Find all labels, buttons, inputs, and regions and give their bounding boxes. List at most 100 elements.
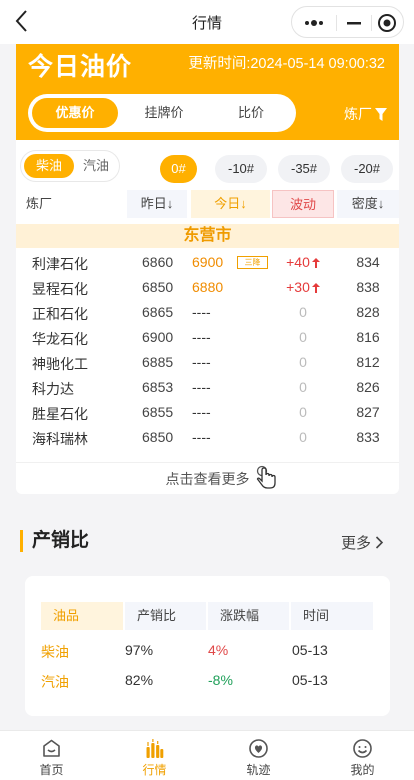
hero-title: 今日油价 [28, 53, 133, 81]
section-title: 产销比 [20, 530, 89, 552]
refinery-filter-button[interactable]: 炼厂 [344, 104, 387, 124]
sort-today[interactable]: 今日↓ [191, 190, 270, 218]
bottom-tab-bar: 首页 行情 轨迹 我的 [0, 730, 414, 780]
sort-change[interactable]: 波动 [272, 190, 334, 218]
close-target-icon[interactable] [376, 12, 398, 34]
table-row[interactable]: 利津石化 6860 6900 三降 +40 834 [16, 250, 399, 275]
ratio-col-fuel: 油品 [41, 602, 123, 630]
density-value: 826 [356, 379, 380, 395]
ratio-value: 82% [125, 672, 154, 688]
ratio-fuel: 汽油 [41, 674, 69, 690]
ratio-date: 05-13 [292, 642, 328, 658]
refinery-name: 科力达 [32, 381, 74, 397]
grade-chip-minus20[interactable]: -20# [341, 155, 393, 183]
ratio-col-date: 时间 [291, 602, 373, 630]
capsule-divider [336, 15, 337, 31]
home-icon [43, 739, 60, 757]
tab-market-label: 行情 [142, 763, 167, 777]
table-row[interactable]: 正和石化 6865 ---- 0 828 [16, 300, 399, 325]
today-price: ---- [192, 429, 211, 445]
yesterday-price: 6900 [142, 329, 174, 345]
table-row[interactable]: 华龙石化 6900 ---- 0 816 [16, 325, 399, 350]
tab-market[interactable]: 行情 [103, 731, 206, 780]
density-value: 828 [356, 304, 380, 320]
refinery-filter-label: 炼厂 [344, 106, 372, 122]
ratio-fuel: 柴油 [41, 644, 69, 660]
sort-density[interactable]: 密度↓ [337, 190, 399, 218]
table-row[interactable]: 昱程石化 6850 6880 +30 838 [16, 275, 399, 300]
ratio-date: 05-13 [292, 672, 328, 688]
production-sales-card: 油品 产销比 涨跌幅 时间 柴油 97% 4% 05-13 汽油 82% -8%… [25, 576, 390, 716]
density-value: 833 [356, 429, 380, 445]
price-change: 0 [299, 379, 307, 395]
refinery-name: 昱程石化 [32, 281, 88, 297]
grade-chip-minus10[interactable]: -10# [215, 155, 267, 183]
refinery-name: 胜星石化 [32, 406, 88, 422]
price-change: 0 [299, 429, 307, 445]
tab-track[interactable]: 轨迹 [207, 731, 310, 780]
yesterday-price: 6850 [142, 429, 174, 445]
ratio-more-link[interactable]: 更多 [341, 532, 384, 553]
price-table-header: 炼厂 昨日↓ 今日↓ 波动 密度↓ [16, 190, 399, 218]
price-list-card: 柴油 汽油 0# -10# -35# -20# 炼厂 昨日↓ 今日↓ 波动 密度… [16, 140, 399, 494]
capsule-divider [371, 15, 372, 31]
density-value: 838 [356, 279, 380, 295]
density-value: 816 [356, 329, 380, 345]
table-row[interactable]: 海科瑞林 6850 ---- 0 833 [16, 425, 399, 450]
today-price: ---- [192, 304, 211, 320]
fuel-gasoline-option[interactable]: 汽油 [76, 154, 116, 178]
filter-funnel-icon [375, 108, 387, 121]
grade-chip-0[interactable]: 0# [160, 155, 197, 183]
tab-discount-price[interactable]: 优惠价 [32, 98, 118, 128]
yesterday-price: 6885 [142, 354, 174, 370]
grade-chip-minus35[interactable]: -35# [278, 155, 330, 183]
yesterday-price: 6865 [142, 304, 174, 320]
table-row[interactable]: 科力达 6853 ---- 0 826 [16, 375, 399, 400]
refinery-name: 正和石化 [32, 306, 88, 322]
pointer-hand-icon [256, 465, 276, 489]
refinery-name: 华龙石化 [32, 331, 88, 347]
sort-yesterday[interactable]: 昨日↓ [127, 190, 187, 218]
price-change: +30 [278, 279, 328, 295]
city-group-header: 东营市 [16, 224, 399, 248]
tab-home[interactable]: 首页 [0, 731, 103, 780]
yesterday-price: 6853 [142, 379, 174, 395]
refinery-name: 神驰化工 [32, 356, 88, 372]
tab-listed-price[interactable]: 挂牌价 [121, 98, 207, 128]
minimize-icon[interactable] [342, 15, 366, 31]
density-value: 812 [356, 354, 380, 370]
today-price: ---- [192, 379, 211, 395]
table-row[interactable]: 神驰化工 6885 ---- 0 812 [16, 350, 399, 375]
yesterday-price: 6860 [142, 254, 174, 270]
tab-profile[interactable]: 我的 [311, 731, 414, 780]
today-price: ---- [192, 329, 211, 345]
density-value: 827 [356, 404, 380, 420]
today-price: 6900 [192, 254, 224, 270]
ratio-col-ratio: 产销比 [125, 602, 206, 630]
tab-home-label: 首页 [39, 763, 64, 777]
market-icon [146, 739, 164, 758]
update-time: 更新时间:2024-05-14 09:00:32 [188, 56, 385, 72]
ratio-change: -8% [208, 672, 233, 688]
ratio-col-change: 涨跌幅 [208, 602, 289, 630]
fuel-type-toggle: 柴油 汽油 [20, 150, 120, 182]
price-rows: 利津石化 6860 6900 三降 +40 834 昱程石化 6850 6880… [16, 250, 399, 450]
view-more-button[interactable]: 点击查看更多 [16, 462, 399, 494]
refinery-name: 利津石化 [32, 256, 88, 272]
fuel-diesel-option[interactable]: 柴油 [24, 154, 74, 178]
table-row[interactable]: 胜星石化 6855 ---- 0 827 [16, 400, 399, 425]
more-dots-icon[interactable] [302, 15, 326, 31]
ratio-value: 97% [125, 642, 154, 658]
today-price: 6880 [192, 279, 224, 295]
chevron-right-icon [375, 536, 384, 549]
price-change: 0 [299, 404, 307, 420]
arrow-up-icon [311, 283, 320, 293]
tab-price-compare[interactable]: 比价 [210, 98, 292, 128]
price-change: 0 [299, 354, 307, 370]
price-change: 0 [299, 329, 307, 345]
arrow-up-icon [311, 258, 320, 268]
price-change-value: +30 [286, 279, 310, 295]
price-change: +40 [278, 254, 328, 270]
mini-program-capsule [291, 6, 404, 38]
ratio-change: 4% [208, 642, 229, 658]
